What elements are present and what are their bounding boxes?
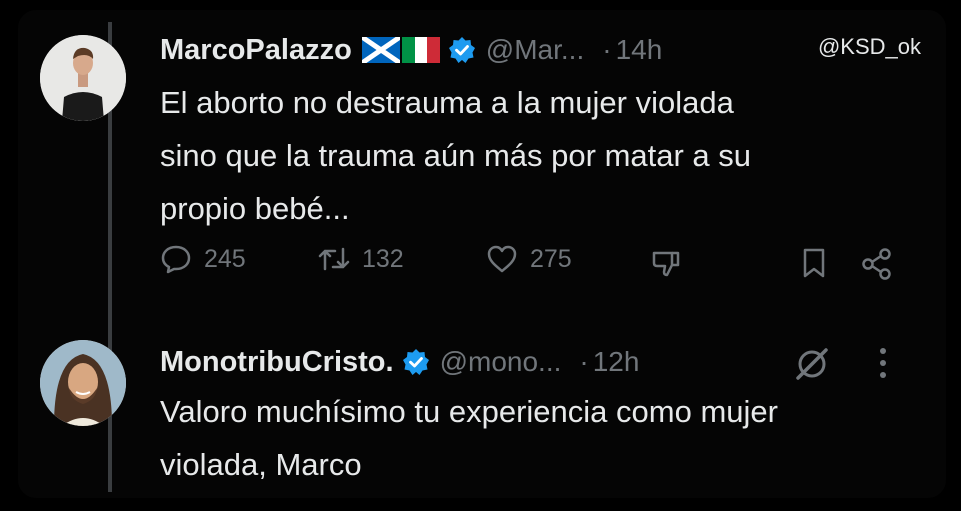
reply-button[interactable]: 245 xyxy=(160,243,246,275)
dislike-icon xyxy=(652,251,680,277)
flags xyxy=(361,37,440,63)
share-button[interactable] xyxy=(860,247,894,281)
watermark: @KSD_ok xyxy=(817,34,921,59)
tweet-header: MonotribuCristo. @mono... · 12h xyxy=(160,342,639,382)
tweet-text: Valoro muchísimo tu experiencia como muj… xyxy=(160,385,920,491)
tweet-text-line: El aborto no destrauma a la mujer violad… xyxy=(160,85,734,120)
tweet-text-line: propio bebé... xyxy=(160,191,350,226)
bookmark-button[interactable] xyxy=(798,247,830,279)
grok-icon xyxy=(796,348,828,380)
reply-count: 245 xyxy=(204,244,246,273)
tweet-text-line: sino que la trauma aún más por matar a s… xyxy=(160,138,752,173)
separator-dot: · xyxy=(602,34,612,65)
display-name[interactable]: MonotribuCristo. xyxy=(160,346,394,379)
bookmark-icon xyxy=(803,248,825,278)
like-button[interactable]: 275 xyxy=(486,243,572,275)
reply-icon xyxy=(161,245,191,274)
retweet-button[interactable]: 132 xyxy=(318,243,404,275)
handle[interactable]: @mono... xyxy=(440,346,562,378)
retweet-count: 132 xyxy=(362,244,404,273)
tweet-text-line: Valoro muchísimo tu experiencia como muj… xyxy=(160,394,778,429)
dislike-button[interactable] xyxy=(650,247,682,279)
tweet-actions: 245 132 275 xyxy=(160,243,900,287)
timestamp[interactable]: 12h xyxy=(593,346,640,378)
separator-dot: · xyxy=(579,346,589,377)
avatar-monotribu[interactable] xyxy=(40,340,126,426)
tweet-text-line: violada, Marco xyxy=(160,447,362,482)
like-icon xyxy=(487,245,517,273)
verified-badge-icon[interactable] xyxy=(402,348,430,376)
display-name[interactable]: MarcoPalazzo xyxy=(160,34,352,67)
share-icon xyxy=(862,248,891,280)
more-options-icon xyxy=(880,348,886,378)
avatar-marco[interactable] xyxy=(40,35,126,121)
handle[interactable]: @Mar... xyxy=(486,34,584,66)
tweet-text: El aborto no destrauma a la mujer violad… xyxy=(160,76,920,235)
avatar-monotribu-image xyxy=(40,340,126,426)
verified-badge-icon[interactable] xyxy=(448,36,476,64)
retweet-icon xyxy=(318,247,350,271)
scotland-flag-icon xyxy=(361,37,400,63)
like-count: 275 xyxy=(530,244,572,273)
more-options-button[interactable] xyxy=(876,346,890,380)
italy-flag-icon xyxy=(401,37,440,63)
tweet-header: MarcoPalazzo @Mar... · 14h xyxy=(160,30,662,70)
grok-button[interactable] xyxy=(792,344,832,384)
avatar-marco-image xyxy=(40,35,126,121)
timestamp[interactable]: 14h xyxy=(616,34,663,66)
